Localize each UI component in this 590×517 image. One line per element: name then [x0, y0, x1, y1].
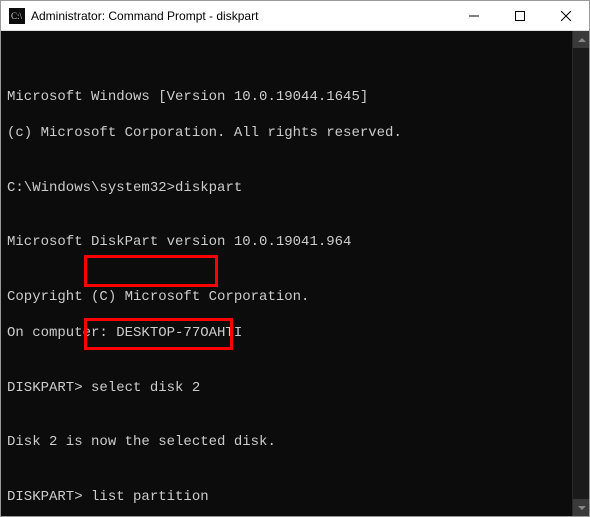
prompt: C:\Windows\system32> [7, 180, 175, 196]
titlebar[interactable]: C:\ Administrator: Command Prompt - disk… [1, 1, 589, 31]
highlight-select-disk [84, 255, 218, 287]
prompt-line: DISKPART> list partition [7, 488, 583, 506]
prompt-line: DISKPART> select disk 2 [7, 379, 583, 397]
prompt: DISKPART> [7, 380, 91, 396]
window-title: Administrator: Command Prompt - diskpart [31, 9, 451, 23]
output-line: Copyright (C) Microsoft Corporation. [7, 288, 583, 306]
output-line: Disk 2 is now the selected disk. [7, 433, 583, 451]
prompt: DISKPART> [7, 489, 91, 505]
close-button[interactable] [543, 1, 589, 30]
window-controls [451, 1, 589, 30]
scroll-down-button[interactable] [573, 499, 589, 516]
command: list partition [91, 489, 209, 505]
cmd-icon: C:\ [9, 8, 25, 24]
output-line: On computer: DESKTOP-77OAHTI [7, 324, 583, 342]
output-line: Microsoft Windows [Version 10.0.19044.16… [7, 88, 583, 106]
minimize-button[interactable] [451, 1, 497, 30]
command-prompt-window: C:\ Administrator: Command Prompt - disk… [0, 0, 590, 517]
maximize-button[interactable] [497, 1, 543, 30]
console-scrollbar[interactable] [572, 31, 589, 516]
scroll-up-button[interactable] [573, 31, 589, 48]
console-text: Microsoft Windows [Version 10.0.19044.16… [7, 69, 583, 516]
output-line: (c) Microsoft Corporation. All rights re… [7, 124, 583, 142]
console-area[interactable]: Microsoft Windows [Version 10.0.19044.16… [1, 31, 589, 516]
prompt-line: C:\Windows\system32>diskpart [7, 179, 583, 197]
output-line: Microsoft DiskPart version 10.0.19041.96… [7, 233, 583, 251]
command: diskpart [175, 180, 242, 196]
svg-text:C:\: C:\ [11, 11, 23, 21]
command: select disk 2 [91, 380, 200, 396]
